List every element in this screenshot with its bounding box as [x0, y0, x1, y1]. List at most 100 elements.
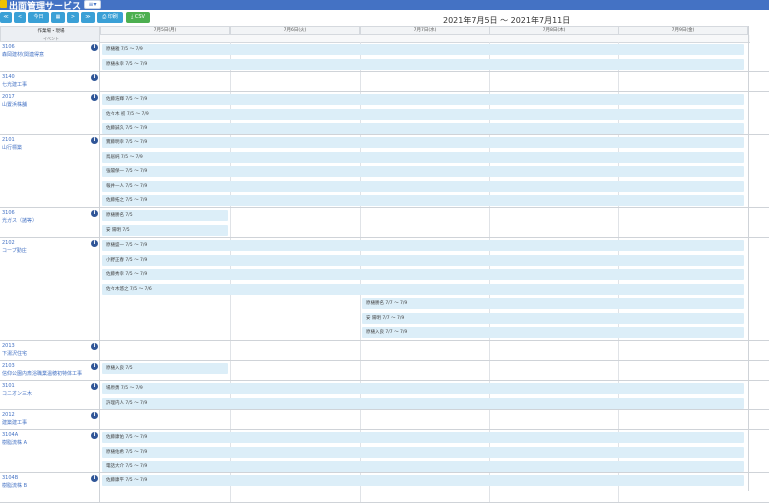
site-name-link[interactable]: 建築建工事	[2, 419, 27, 426]
site-code-link[interactable]: 2012	[2, 412, 15, 418]
site-cell: 2012 建築建工事 i	[0, 410, 100, 429]
worker-assignment-bar[interactable]: 小野正春 7/5 ～ 7/9	[102, 254, 744, 266]
site-code-link[interactable]: 3104B	[2, 475, 18, 481]
worker-assignment-bar[interactable]: 安 陽明 7/5	[102, 224, 228, 236]
day-divider	[489, 208, 490, 237]
info-icon[interactable]: i	[91, 432, 98, 439]
worker-assignment-bar[interactable]: 電話大介 7/5 ～ 7/9	[102, 461, 744, 472]
info-icon[interactable]: i	[91, 383, 98, 390]
site-name-link[interactable]: 下湯沢住宅	[2, 350, 27, 357]
info-icon[interactable]: i	[91, 137, 98, 144]
site-name-link[interactable]: 山置浜株舗	[2, 101, 27, 108]
csv-button[interactable]: ⤓ CSV	[126, 12, 150, 23]
site-row: 2103 信仰公園内斎浴職業温穂初特体工事 i 原樋入良 7/5	[0, 361, 769, 381]
site-row: 2012 建築建工事 i	[0, 410, 769, 430]
info-icon[interactable]: i	[91, 74, 98, 81]
worker-assignment-bar[interactable]: 原樋勝名 7/5	[102, 210, 228, 221]
worker-assignment-bar[interactable]: 安 陽明 7/7 ～ 7/9	[362, 312, 744, 324]
site-name-link[interactable]: 光ガス（諸等）	[2, 217, 37, 224]
day-divider	[489, 410, 490, 429]
day-header: 7月9日(金)	[618, 26, 748, 35]
site-cell: 3101 コニオン三木 i	[0, 381, 100, 409]
site-code-link[interactable]: 3106	[2, 44, 15, 50]
info-icon[interactable]: i	[91, 412, 98, 419]
worker-assignment-bar[interactable]: 原樋佑希 7/5 ～ 7/9	[102, 446, 744, 458]
worker-assignment-bar[interactable]: 原樋盛一 7/5 ～ 7/9	[102, 240, 744, 251]
worker-assignment-bar[interactable]: 實藤明幸 7/5 ～ 7/9	[102, 137, 744, 148]
worker-assignment-bar[interactable]: 強閣保一 7/5 ～ 7/9	[102, 166, 744, 177]
info-icon[interactable]: i	[91, 94, 98, 101]
next-week-button[interactable]: >	[67, 12, 79, 23]
day-divider	[230, 72, 231, 91]
day-header: 7月7日(水)	[360, 26, 490, 35]
worker-assignment-bar[interactable]: 許理内人 7/5 ～ 7/9	[102, 397, 744, 409]
site-row: 2101 山行標築 i 實藤明幸 7/5 ～ 7/9 鳥居純 7/5 ～ 7/9 強閣保一…	[0, 135, 769, 208]
info-icon[interactable]: i	[91, 210, 98, 217]
menu-dropdown-button[interactable]: ≡▾	[84, 0, 101, 9]
site-name-link[interactable]: コープ勤庄	[2, 247, 27, 254]
day-divider	[618, 341, 619, 360]
site-name-link[interactable]: 樹脂流株 B	[2, 482, 27, 489]
site-cell: 2101 山行標築 i	[0, 135, 100, 207]
site-row: 2102 コープ勤庄 i 原樋盛一 7/5 ～ 7/9 小野正春 7/5 ～ 7/9 佐藤…	[0, 238, 769, 341]
first-week-button[interactable]: ≪	[0, 12, 12, 23]
day-header: 7月8日(木)	[489, 26, 619, 35]
day-divider	[360, 208, 361, 237]
info-icon[interactable]: i	[91, 475, 98, 482]
worker-assignment-bar[interactable]: 佐藤康平 7/5 ～ 7/9	[102, 475, 744, 486]
worker-assignment-bar[interactable]: 佐藤誠久 7/5 ～ 7/9	[102, 123, 744, 134]
site-row: 3140 七光建工事 i	[0, 72, 769, 92]
site-code-link[interactable]: 2017	[2, 94, 15, 100]
worker-assignment-bar[interactable]: 場原勇 7/5 ～ 7/9	[102, 383, 744, 394]
worker-assignment-bar[interactable]: 佐々木悠之 7/5 ～ 7/6	[102, 283, 744, 295]
print-button[interactable]: ⎙ 印刷	[97, 12, 123, 23]
site-row: 3106 森岡建材(関連得意 i 原樋雅 7/5 ～ 7/9 原樋永幸 7/5 ～ 7/…	[0, 42, 769, 72]
worker-assignment-bar[interactable]: 佐藤康佑 7/5 ～ 7/9	[102, 432, 744, 443]
site-code-link[interactable]: 2103	[2, 363, 15, 369]
day-divider	[230, 341, 231, 360]
site-code-link[interactable]: 2101	[2, 137, 15, 143]
worker-assignment-bar[interactable]: 原樋入良 7/5	[102, 363, 228, 374]
info-icon[interactable]: i	[91, 343, 98, 350]
site-name-link[interactable]: 森岡建材(関連得意	[2, 51, 44, 58]
site-code-link[interactable]: 2013	[2, 343, 15, 349]
app-title: 出面管理サービス	[9, 2, 82, 12]
calendar-button[interactable]: ▦	[51, 12, 65, 23]
info-icon[interactable]: i	[91, 363, 98, 370]
prev-week-button[interactable]: <	[14, 12, 26, 23]
app-logo-icon	[0, 0, 7, 8]
site-cell: 3140 七光建工事 i	[0, 72, 100, 91]
site-cell: 2102 コープ勤庄 i	[0, 238, 100, 340]
site-code-link[interactable]: 3101	[2, 383, 15, 389]
site-code-link[interactable]: 2102	[2, 240, 15, 246]
worker-assignment-bar[interactable]: 鳥居純 7/5 ～ 7/9	[102, 151, 744, 163]
site-name-link[interactable]: 樹脂流株 A	[2, 439, 27, 446]
worker-assignment-bar[interactable]: 原樋入良 7/7 ～ 7/9	[362, 327, 744, 338]
day-header: 7月5日(月)	[100, 26, 230, 35]
site-cell: 3104A 樹脂流株 A i	[0, 430, 100, 472]
site-code-link[interactable]: 3104A	[2, 432, 18, 438]
toolbar: ≪ < 今日 ▦ > ≫ ⎙ 印刷 ⤓ CSV	[0, 12, 769, 25]
worker-assignment-bar[interactable]: 佐藤浩輝 7/5 ～ 7/9	[102, 94, 744, 105]
info-icon[interactable]: i	[91, 240, 98, 247]
last-week-button[interactable]: ≫	[81, 12, 95, 23]
worker-assignment-bar[interactable]: 原樋永幸 7/5 ～ 7/9	[102, 58, 744, 70]
header-site-label: 作業場・現場	[37, 29, 65, 34]
worker-assignment-bar[interactable]: 報井一人 7/5 ～ 7/9	[102, 180, 744, 192]
worker-assignment-bar[interactable]: 佐藤拓之 7/5 ～ 7/9	[102, 195, 744, 206]
day-divider	[618, 410, 619, 429]
site-name-link[interactable]: 山行標築	[2, 144, 22, 151]
day-divider	[489, 341, 490, 360]
worker-assignment-bar[interactable]: 原樋雅 7/5 ～ 7/9	[102, 44, 744, 55]
site-code-link[interactable]: 3106	[2, 210, 15, 216]
site-name-link[interactable]: 七光建工事	[2, 81, 27, 88]
worker-assignment-bar[interactable]: 佐藤秀幸 7/5 ～ 7/9	[102, 269, 744, 280]
site-row: 3104A 樹脂流株 A i 佐藤康佑 7/5 ～ 7/9 原樋佑希 7/5 ～ 7/9…	[0, 430, 769, 473]
site-code-link[interactable]: 3140	[2, 74, 15, 80]
worker-assignment-bar[interactable]: 原樋勝名 7/7 ～ 7/9	[362, 298, 744, 309]
site-name-link[interactable]: コニオン三木	[2, 390, 32, 397]
info-icon[interactable]: i	[91, 44, 98, 51]
today-button[interactable]: 今日	[28, 12, 49, 23]
worker-assignment-bar[interactable]: 佐々木 初 7/5 ～ 7/9	[102, 108, 744, 120]
site-name-link[interactable]: 信仰公園内斎浴職業温穂初特体工事	[2, 370, 82, 377]
